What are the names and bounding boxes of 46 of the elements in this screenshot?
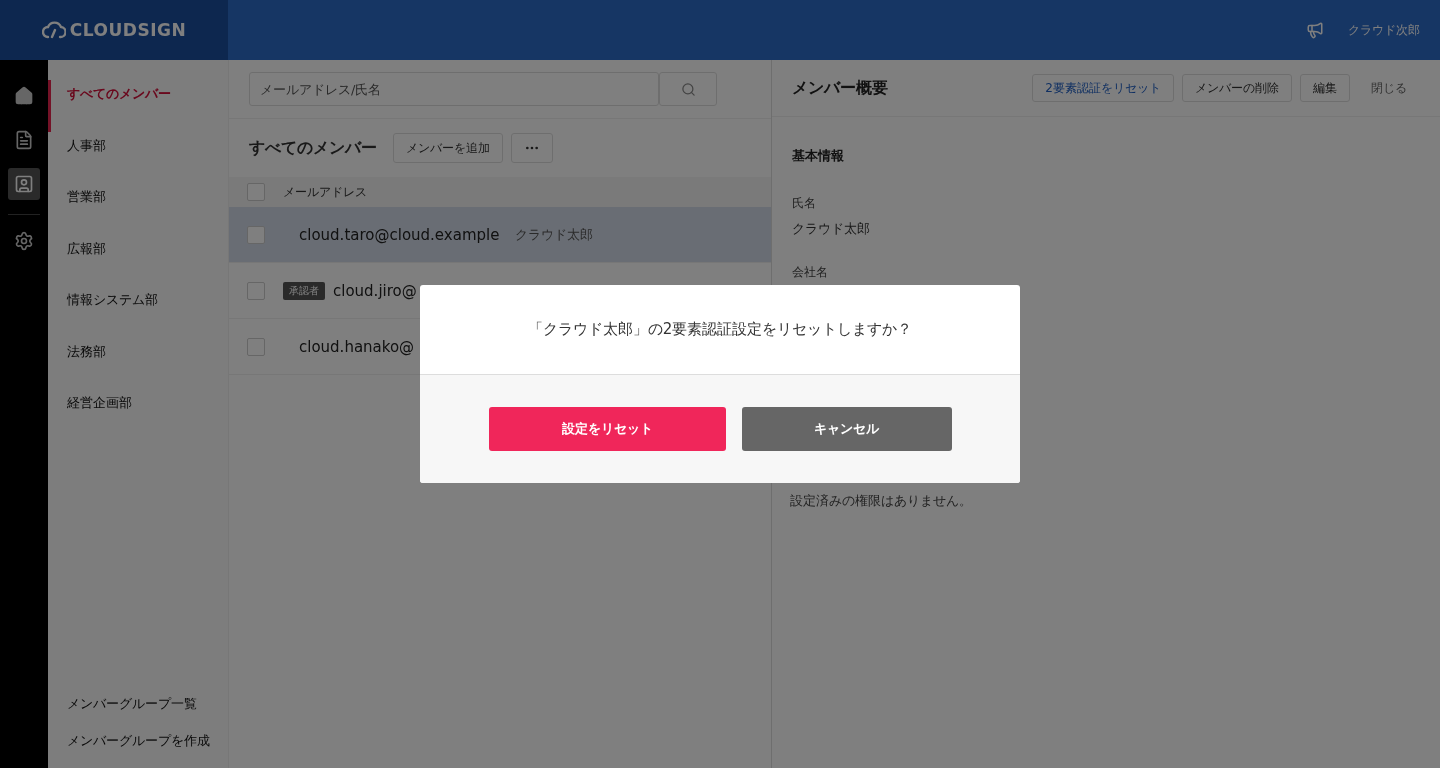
contact-icon bbox=[14, 174, 34, 194]
sidebar-item[interactable]: 営業部 bbox=[48, 183, 228, 235]
sidebar-item[interactable]: 法務部 bbox=[48, 337, 228, 389]
sidebar-item[interactable]: 経営企画部 bbox=[48, 389, 228, 441]
sidebar-item[interactable]: 広報部 bbox=[48, 234, 228, 286]
panel-button[interactable]: メンバーの削除 bbox=[1182, 74, 1292, 102]
row-checkbox[interactable] bbox=[247, 281, 265, 300]
permissions-note: 設定済みの権限はありません。 bbox=[790, 492, 972, 510]
cloud-logo-icon bbox=[41, 21, 66, 39]
member-name: クラウド太郎 bbox=[515, 225, 594, 244]
member-email: cloud.jiro@ bbox=[333, 281, 417, 300]
sidebar-link[interactable]: メンバーグループ一覧 bbox=[48, 686, 228, 723]
column-header: メールアドレス bbox=[283, 183, 367, 201]
role-badge: 承認者 bbox=[283, 281, 325, 300]
field-label: 氏名 bbox=[792, 195, 817, 212]
user-name[interactable]: クラウド次郎 bbox=[1348, 21, 1420, 39]
select-all-checkbox[interactable] bbox=[247, 183, 265, 201]
search-field[interactable]: メールアドレス/氏名 bbox=[249, 72, 659, 106]
member-row[interactable]: cloud.taro@cloud.example クラウド太郎 bbox=[229, 207, 771, 263]
dialog-message: 「クラウド太郎」の2要素認証設定をリセットしますか？ bbox=[527, 320, 913, 339]
more-button[interactable] bbox=[511, 133, 553, 163]
search-button[interactable] bbox=[659, 72, 717, 106]
row-checkbox[interactable] bbox=[247, 337, 265, 356]
logo-text: CLOUDSIGN bbox=[69, 20, 187, 40]
reset-button[interactable]: 設定をリセット bbox=[488, 407, 726, 451]
sidebar-link[interactable]: メンバーグループを作成 bbox=[48, 723, 228, 760]
document-icon bbox=[14, 130, 34, 150]
home-icon bbox=[14, 86, 34, 106]
search-icon bbox=[680, 81, 696, 97]
row-checkbox[interactable] bbox=[247, 225, 265, 244]
settings-icon bbox=[14, 231, 34, 251]
field-value: クラウド太郎 bbox=[792, 220, 871, 238]
member-email: cloud.taro@cloud.example bbox=[299, 225, 500, 244]
add-member-button[interactable]: メンバーを追加 bbox=[393, 133, 503, 163]
list-title: すべてのメンバー bbox=[249, 137, 377, 159]
panel-button[interactable]: 編集 bbox=[1300, 74, 1350, 102]
member-email: cloud.hanako@ bbox=[299, 337, 415, 356]
panel-title: メンバー概要 bbox=[792, 77, 888, 99]
nav-button[interactable] bbox=[8, 168, 40, 200]
sidebar-item[interactable]: 人事部 bbox=[48, 131, 228, 183]
section-heading: 基本情報 bbox=[792, 147, 845, 165]
megaphone-icon[interactable] bbox=[1306, 21, 1324, 39]
panel-button[interactable]: 2要素認証をリセット bbox=[1032, 74, 1174, 102]
cancel-button[interactable]: キャンセル bbox=[741, 407, 952, 451]
field-label: 会社名 bbox=[792, 264, 829, 281]
sidebar-item[interactable]: 情報システム部 bbox=[48, 286, 228, 338]
